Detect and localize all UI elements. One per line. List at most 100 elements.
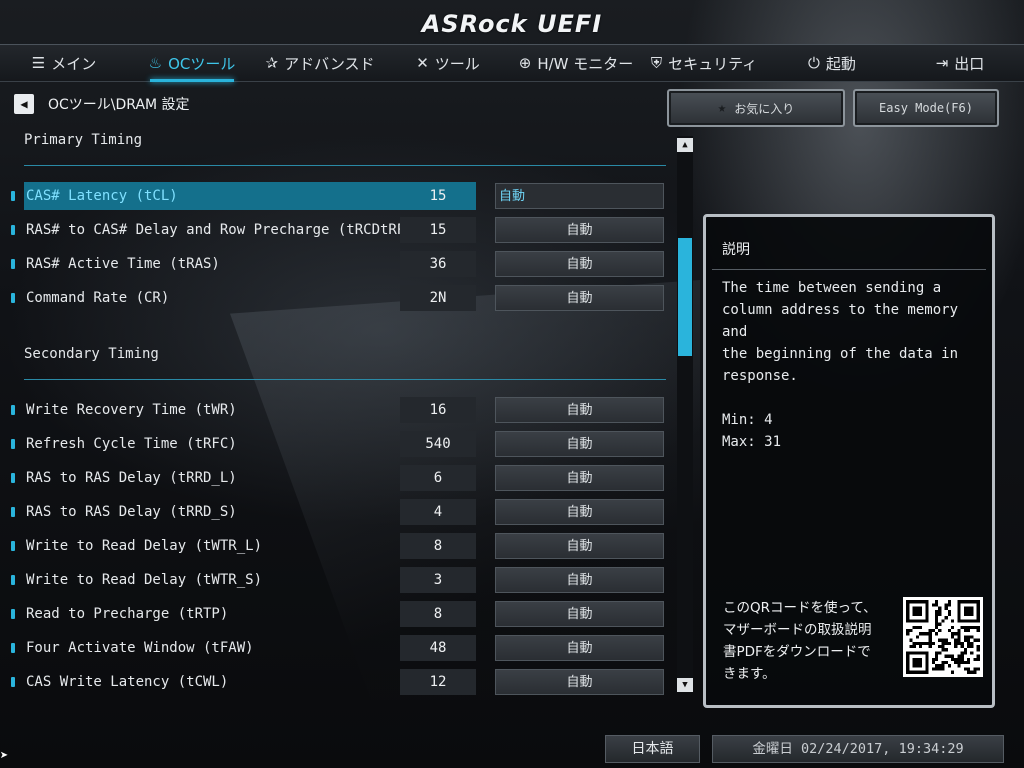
- nav-tab-label: OCツール: [168, 54, 236, 73]
- current-value: 12: [400, 669, 476, 695]
- setting-value-selector[interactable]: 自動: [495, 601, 664, 627]
- row-marker-icon: [11, 575, 15, 585]
- description-text: The time between sending a column addres…: [722, 280, 959, 450]
- setting-value-selector[interactable]: 自動: [495, 217, 664, 243]
- setting-value-selector[interactable]: 自動: [495, 499, 664, 525]
- scroll-down-button[interactable]: ▼: [677, 678, 693, 692]
- nav-tab-2[interactable]: ✰ アドバンスド: [256, 45, 384, 81]
- setting-row[interactable]: Read to Precharge (tRTP) 8 自動: [0, 600, 672, 628]
- current-value: 8: [400, 533, 476, 559]
- scrollbar[interactable]: ▲ ▼: [677, 136, 693, 692]
- setting-value-selector[interactable]: 自動: [495, 285, 664, 311]
- setting-value-selector[interactable]: 自動: [495, 533, 664, 559]
- mouse-cursor-icon: ➤: [0, 748, 9, 764]
- back-button[interactable]: ◀: [14, 94, 34, 114]
- current-value: 16: [400, 397, 476, 423]
- setting-value-selector[interactable]: 自動: [495, 431, 664, 457]
- nav-tab-0[interactable]: ☰ メイン: [0, 45, 128, 81]
- nav-tab-3[interactable]: ✕ ツール: [384, 45, 512, 81]
- list-icon: ☰: [31, 54, 46, 72]
- header: ASRock UEFI: [0, 0, 1024, 46]
- settings-list: Primary Timing CAS# Latency (tCL) 15 自動 RAS…: [0, 126, 672, 700]
- setting-value-selector[interactable]: 自動: [495, 251, 664, 277]
- setting-row[interactable]: CAS Write Latency (tCWL) 12 自動: [0, 668, 672, 696]
- row-marker-icon: [11, 191, 15, 201]
- breadcrumb: ◀ OCツール\DRAM 設定: [14, 94, 190, 114]
- nav-tab-label: H/W モニター: [537, 54, 634, 73]
- row-marker-icon: [11, 677, 15, 687]
- row-marker-icon: [11, 259, 15, 269]
- breadcrumb-text: OCツール\DRAM 設定: [48, 97, 190, 113]
- power-icon: ⏻: [808, 54, 820, 72]
- nav-tab-4[interactable]: ⊕ H/W モニター: [512, 45, 640, 81]
- setting-row[interactable]: RAS to RAS Delay (tRRD_L) 6 自動: [0, 464, 672, 492]
- description-title: 説明: [722, 242, 750, 258]
- tools-icon: ✕: [416, 54, 429, 72]
- current-value: 15: [400, 217, 476, 243]
- current-value: 3: [400, 567, 476, 593]
- favorite-label: お気に入り: [734, 101, 795, 116]
- nav-tab-label: セキュリティ: [668, 54, 758, 73]
- easy-mode-label: Easy Mode(F6): [879, 101, 973, 115]
- easy-mode-button[interactable]: Easy Mode(F6): [853, 89, 999, 127]
- nav-tab-label: 出口: [954, 54, 985, 73]
- section-title-primary: Primary Timing: [24, 132, 143, 148]
- setting-value-selector[interactable]: 自動: [495, 397, 664, 423]
- language-selector[interactable]: 日本語: [605, 735, 700, 763]
- shield-icon: ⛨: [650, 54, 663, 72]
- current-value: 15: [429, 188, 447, 204]
- current-value: 48: [400, 635, 476, 661]
- setting-row[interactable]: CAS# Latency (tCL) 15 自動: [0, 182, 672, 210]
- row-marker-icon: [11, 643, 15, 653]
- setting-value-selector[interactable]: 自動: [495, 465, 664, 491]
- brand-logo: ASRock UEFI: [421, 10, 603, 38]
- star-icon: ★: [717, 100, 727, 116]
- current-value: 36: [400, 251, 476, 277]
- nav-tab-5[interactable]: ⛨ セキュリティ: [640, 45, 768, 81]
- qr-instructions: このQRコードを使って、マザーボードの取扱説明書PDFをダウンロードできます。: [723, 600, 877, 682]
- current-value: 6: [400, 465, 476, 491]
- setting-row[interactable]: Four Activate Window (tFAW) 48 自動: [0, 634, 672, 662]
- description-header: 説明: [712, 223, 986, 270]
- nav-tab-label: アドバンスド: [284, 54, 375, 73]
- row-marker-icon: [11, 541, 15, 551]
- setting-row[interactable]: RAS# to CAS# Delay and Row Precharge (tR…: [0, 216, 672, 244]
- nav-tab-label: ツール: [434, 54, 480, 73]
- current-value: 4: [400, 499, 476, 525]
- row-marker-icon: [11, 507, 15, 517]
- setting-row[interactable]: Refresh Cycle Time (tRFC) 540 自動: [0, 430, 672, 458]
- favorite-button[interactable]: ★ お気に入り: [667, 89, 845, 127]
- current-value: 540: [400, 431, 476, 457]
- description-panel: 説明 The time between sending a column add…: [703, 214, 995, 708]
- setting-row[interactable]: Write Recovery Time (tWR) 16 自動: [0, 396, 672, 424]
- qr-code: [903, 597, 983, 677]
- setting-value-selector[interactable]: 自動: [495, 567, 664, 593]
- star-icon: ✰: [265, 54, 279, 72]
- setting-value-selector[interactable]: 自動: [495, 669, 664, 695]
- nav-tab-7[interactable]: ⇥ 出口: [896, 45, 1024, 81]
- row-marker-icon: [11, 439, 15, 449]
- crosshair-icon: ⊕: [518, 54, 532, 72]
- setting-row[interactable]: Write to Read Delay (tWTR_L) 8 自動: [0, 532, 672, 560]
- flame-icon: ♨: [148, 54, 163, 72]
- setting-value-selector[interactable]: 自動: [495, 635, 664, 661]
- section-divider: [24, 379, 666, 380]
- setting-row[interactable]: Write to Read Delay (tWTR_S) 3 自動: [0, 566, 672, 594]
- nav-tab-6[interactable]: ⏻ 起動: [768, 45, 896, 81]
- nav-tab-label: メイン: [51, 54, 97, 73]
- current-value: 2N: [400, 285, 476, 311]
- setting-row[interactable]: RAS to RAS Delay (tRRD_S) 4 自動: [0, 498, 672, 526]
- row-marker-icon: [11, 225, 15, 235]
- scrollbar-thumb[interactable]: [678, 238, 692, 356]
- row-marker-icon: [11, 293, 15, 303]
- exit-door-icon: ⇥: [935, 54, 949, 72]
- setting-value-selector[interactable]: 自動: [495, 183, 664, 209]
- setting-row[interactable]: Command Rate (CR) 2N 自動: [0, 284, 672, 312]
- section-divider: [24, 165, 666, 166]
- main-nav: ☰ メイン ♨ OCツール ✰ アドバンスド ✕ ツール ⊕ H/W モニター ⛨ セキュリティ ⏻ 起動…: [0, 44, 1024, 82]
- current-value: 8: [400, 601, 476, 627]
- scroll-up-button[interactable]: ▲: [677, 138, 693, 152]
- nav-tab-1[interactable]: ♨ OCツール: [128, 45, 256, 82]
- section-title-secondary: Secondary Timing: [24, 346, 159, 362]
- setting-row[interactable]: RAS# Active Time (tRAS) 36 自動: [0, 250, 672, 278]
